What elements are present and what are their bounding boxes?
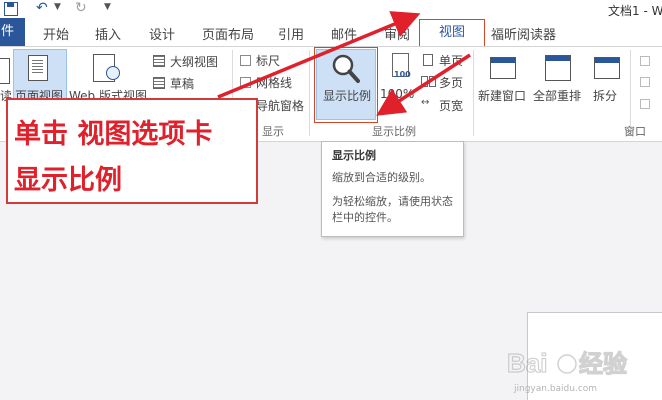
multiple-pages-icon[interactable] [421,76,428,87]
tab-references[interactable]: 引用 [278,24,304,43]
ruler-checkbox[interactable] [240,55,251,66]
gridlines-label[interactable]: 网格线 [256,74,292,91]
navigation-pane-label[interactable]: 导航窗格 [256,97,304,114]
page-width-icon[interactable]: ↔ [421,97,429,108]
window-group-label: 窗口 [624,125,646,138]
watermark-url: jingyan.baidu.com [514,384,598,394]
customize-qat-icon[interactable]: ▼ [104,2,111,12]
annotation-line-1: 单击 视图选项卡 [14,119,213,150]
arrange-all-icon[interactable] [545,55,571,81]
draft-icon[interactable] [153,77,165,89]
magnifier-icon [332,54,360,83]
group-divider [309,50,310,136]
undo-dropdown-icon[interactable]: ▼ [54,2,61,12]
reset-position-icon[interactable] [640,99,650,109]
tab-review[interactable]: 审阅 [384,24,410,43]
one-page-icon[interactable] [423,54,433,66]
redo-icon[interactable]: ↻ [75,0,87,16]
show-group-label: 显示 [262,125,284,138]
outline-icon[interactable] [153,55,165,67]
annotation-line-2: 显示比例 [14,165,122,196]
tooltip-title: 显示比例 [332,149,376,162]
zoom-group-label: 显示比例 [372,125,416,138]
tab-file[interactable]: 件 [0,18,25,46]
multiple-pages-icon-2 [429,76,436,87]
tab-page-layout[interactable]: 页面布局 [202,24,254,43]
save-icon[interactable] [4,2,18,16]
tab-foxit-reader[interactable]: 福昕阅读器 [491,24,556,43]
ruler-label[interactable]: 标尺 [256,52,280,69]
tab-insert[interactable]: 插入 [95,24,121,43]
split-label[interactable]: 拆分 [593,87,617,104]
multiple-pages-label[interactable]: 多页 [439,74,463,91]
zoom-label[interactable]: 显示比例 [323,87,371,104]
arrange-all-label[interactable]: 全部重排 [533,87,581,104]
tab-home[interactable]: 开始 [43,24,69,43]
globe-icon [106,66,120,80]
hundred-percent-label[interactable]: 100% [380,87,414,101]
baidu-watermark-logo: Bai 经验 [506,347,627,378]
side-by-side-icon[interactable] [640,56,650,66]
new-window-label[interactable]: 新建窗口 [478,87,526,104]
zoom-tooltip: 显示比例 缩放到合适的级别。 为轻松缩放，请使用状态栏中的控件。 [321,141,464,237]
tab-design[interactable]: 设计 [149,24,175,43]
gridlines-checkbox[interactable] [240,77,251,88]
group-divider [473,50,474,136]
read-mode-icon[interactable] [0,58,10,84]
outline-label[interactable]: 大纲视图 [170,53,218,70]
print-layout-icon [28,55,48,81]
tab-view[interactable]: 视图 [419,19,485,46]
title-bar [0,0,662,18]
tooltip-description: 缩放到合适的级别。 [332,171,431,184]
svg-text:经验: 经验 [579,350,627,378]
hundred-percent-badge: 100 [394,70,411,79]
one-page-label[interactable]: 单页 [439,52,463,69]
new-window-icon[interactable] [490,57,516,79]
svg-text:Bai: Bai [507,348,547,378]
draft-label[interactable]: 草稿 [170,75,194,92]
split-icon[interactable] [594,57,620,79]
document-title: 文档1 - W [608,4,662,18]
tooltip-hint: 为轻松缩放，请使用状态栏中的控件。 [332,195,453,224]
sync-scroll-icon[interactable] [640,77,650,87]
tab-mailings[interactable]: 邮件 [331,24,357,43]
undo-icon[interactable]: ↶ [36,0,48,16]
page-width-label[interactable]: 页宽 [439,97,463,114]
